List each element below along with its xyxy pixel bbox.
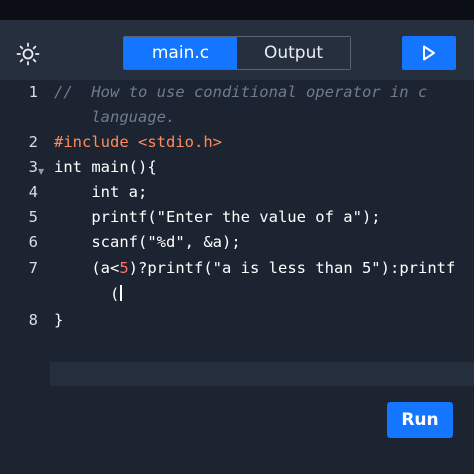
code-line-7-wrap: ( <box>54 285 122 303</box>
line-number: 1 <box>28 83 38 101</box>
code-line-7: (a<5)?printf("a is less than 5"):printf <box>54 259 455 277</box>
open-paren: ( <box>54 285 120 303</box>
statement-end: , &a); <box>184 233 241 251</box>
line-number: 6 <box>28 233 38 251</box>
run-button[interactable]: Run <box>387 402 453 438</box>
string-literal: "Enter the value of a" <box>156 208 362 226</box>
code-line-1: // How to use conditional operator in c <box>54 83 428 101</box>
theme-toggle-button[interactable] <box>15 41 41 67</box>
number-literal: 5 <box>119 259 129 277</box>
line-number: 8 <box>28 311 38 329</box>
code-line-1-wrap: language. <box>54 108 176 126</box>
statement-end: ); <box>361 208 381 226</box>
code-line-3: int main(){ <box>54 158 157 176</box>
tab-main-c[interactable]: main.c <box>124 37 237 69</box>
tab-output[interactable]: Output <box>237 37 350 69</box>
text-cursor <box>120 285 122 301</box>
include-header: <stdio.h> <box>138 133 222 151</box>
scanf-call: scanf( <box>54 233 148 251</box>
line-number: 2 <box>28 133 38 151</box>
play-icon <box>423 45 435 61</box>
code-line-6: scanf("%d", &a); <box>54 233 241 251</box>
top-strip <box>0 0 474 22</box>
condition-open: (a< <box>54 259 120 277</box>
line-number: 4 <box>28 183 38 201</box>
editor-toolbar: main.c Output <box>0 22 474 80</box>
code-editor[interactable]: 1 2 3 ▼ 4 5 6 7 8 // How to use conditio… <box>0 80 474 474</box>
string-literal: "a is less than 5" <box>212 259 381 277</box>
format-string: "%d" <box>147 233 185 251</box>
file-tabs: main.c Output <box>123 36 351 70</box>
current-line-highlight <box>50 362 474 386</box>
play-button[interactable] <box>402 36 456 70</box>
include-directive: #include <box>54 133 129 151</box>
sun-icon <box>16 42 40 66</box>
line-number: 5 <box>28 208 38 226</box>
code-line-2: #include <stdio.h> <box>54 133 222 151</box>
ternary-else: ):printf <box>380 259 456 277</box>
ternary-printf: )?printf( <box>128 259 213 277</box>
printf-call: printf( <box>54 208 157 226</box>
line-number: 7 <box>28 259 38 277</box>
line-number: 3 <box>28 158 38 176</box>
code-line-5: printf("Enter the value of a"); <box>54 208 381 226</box>
fold-arrow-icon[interactable]: ▼ <box>38 167 44 176</box>
code-line-8: } <box>54 311 64 329</box>
code-line-4: int a; <box>54 183 148 201</box>
